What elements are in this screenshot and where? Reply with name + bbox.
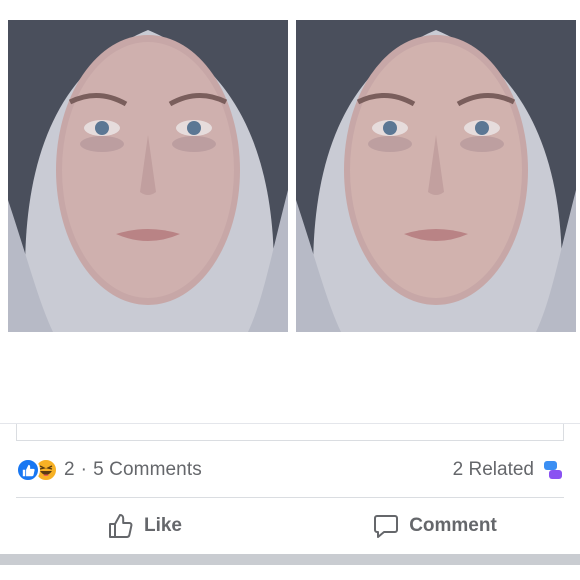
related-icon — [544, 461, 562, 479]
portrait-photo-right[interactable] — [296, 20, 576, 332]
portrait-photo-left[interactable] — [8, 20, 288, 332]
actions-divider — [16, 497, 564, 498]
like-button[interactable]: Like — [0, 513, 290, 539]
next-post-top — [0, 565, 580, 580]
thumbs-up-icon — [108, 514, 133, 538]
related-label: 2 Related — [452, 459, 534, 480]
link-preview-frame — [16, 424, 564, 441]
post-actions: Like Comment — [0, 500, 580, 552]
related-link[interactable]: 2 Related — [453, 459, 564, 481]
comment-button[interactable]: Comment — [290, 513, 580, 539]
reactions-summary[interactable]: 2 · 5 Comments — [16, 458, 202, 482]
post-stats-row: 2 · 5 Comments 2 Related — [16, 452, 564, 488]
reaction-count: 2 — [64, 459, 75, 480]
feed-separator-bar — [0, 554, 580, 565]
comment-icon — [374, 515, 399, 538]
stats-separator: · — [80, 459, 88, 480]
like-label: Like — [143, 515, 183, 536]
post-photo-area — [0, 0, 580, 340]
comments-count-link[interactable]: 5 Comments — [93, 459, 202, 481]
like-reaction-icon — [16, 458, 40, 482]
comment-label: Comment — [409, 515, 497, 536]
